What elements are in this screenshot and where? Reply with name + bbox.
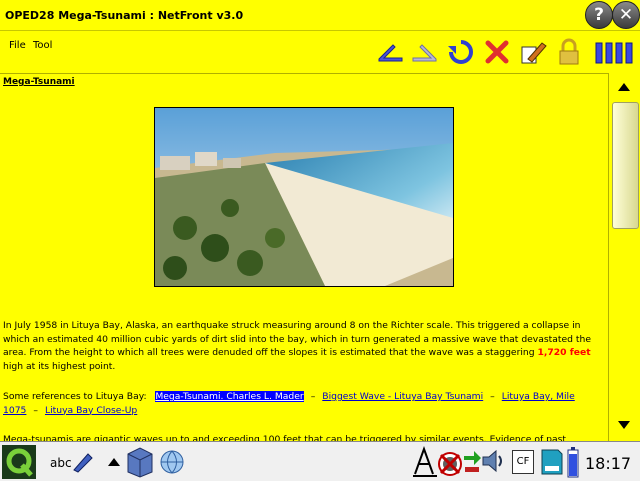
browser-globe-icon[interactable] [158,448,186,476]
vertical-scrollbar[interactable] [608,73,640,441]
intro-paragraph: In July 1958 in Lituya Bay, Alaska, an e… [3,319,603,373]
page-content: Mega-Tsunami In July 1958 in Lituya Bay,… [0,73,608,442]
volume-icon[interactable] [480,448,506,474]
link-mega-tsunami-mader[interactable]: Mega-Tsunami. Charles L. Mader [155,391,304,402]
columns-icon[interactable] [594,37,634,67]
window-title: OPED28 Mega-Tsunami : NetFront v3.0 [5,9,244,22]
lock-icon[interactable] [554,37,584,67]
link-separator: – [310,391,316,402]
sync-icon[interactable] [462,448,482,474]
no-network-icon[interactable] [436,450,464,478]
title-bar: OPED28 Mega-Tsunami : NetFront v3.0 ? ✕ [0,0,640,30]
link-biggest-wave[interactable]: Biggest Wave - Lituya Bay Tsunami [322,391,483,402]
menu-tool[interactable]: Tool [33,40,52,51]
pen-input-icon[interactable] [72,450,94,474]
input-method-label[interactable]: abc [50,456,72,470]
references-label: Some references to Lituya Bay: [3,391,147,402]
back-icon[interactable] [375,37,405,67]
toolbar: File Tool [0,30,640,73]
q-menu-icon[interactable] [2,445,36,479]
cf-card-icon[interactable]: CF [512,450,534,474]
menu-file[interactable]: File [9,40,26,51]
battery-icon [567,447,579,478]
references-paragraph: Some references to Lituya Bay: Mega-Tsun… [3,390,603,417]
intro-text-end: high at its highest point. [3,360,116,372]
scroll-up-arrow-icon[interactable] [618,83,630,91]
tsunami-image [154,107,454,287]
refresh-icon[interactable] [446,37,476,67]
scrollbar-thumb[interactable] [612,102,639,229]
stop-icon[interactable] [482,37,512,67]
link-separator: – [490,391,495,402]
sd-card-icon[interactable] [540,448,564,476]
close-button[interactable]: ✕ [612,1,640,29]
edit-icon[interactable] [518,37,548,67]
package-icon[interactable] [125,446,155,478]
link-lituya-bay-closeup[interactable]: Lituya Bay Close-Up [45,405,137,416]
clock[interactable]: 18:17 [585,454,631,473]
intro-text: In July 1958 in Lituya Bay, Alaska, an e… [3,320,591,358]
page-heading: Mega-Tsunami [3,77,75,87]
scroll-down-arrow-icon[interactable] [618,421,630,429]
help-button[interactable]: ? [585,1,613,29]
taskbar: abc CF 18:17 [0,441,640,481]
taskbar-up-arrow-icon[interactable] [108,458,120,466]
forward-icon[interactable] [410,37,440,67]
link-separator: – [33,404,38,416]
wave-height-highlight: 1,720 feet [537,347,591,358]
text-input-icon[interactable] [412,446,438,478]
